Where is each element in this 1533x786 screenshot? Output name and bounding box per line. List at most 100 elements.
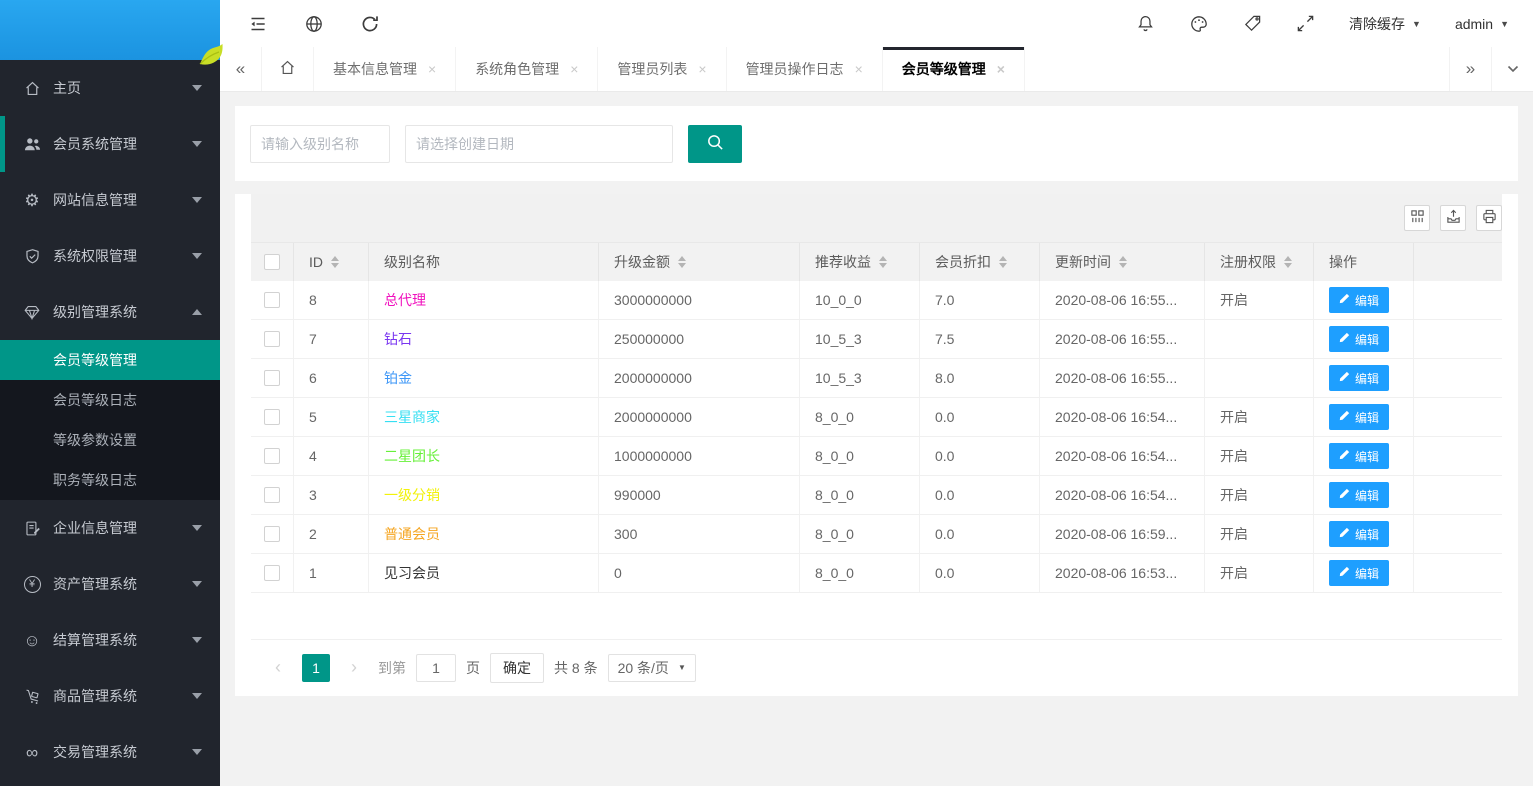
- table-row: 4二星团长10000000008_0_00.02020-08-06 16:54.…: [251, 437, 1502, 476]
- tab-close-icon[interactable]: ×: [855, 61, 863, 77]
- level-name-input[interactable]: [250, 125, 390, 163]
- column-header-op: 操作: [1314, 243, 1414, 281]
- sort-icon[interactable]: [1284, 256, 1292, 268]
- sidebar-item-system-permission[interactable]: 系统权限管理: [0, 228, 220, 284]
- doc-icon: [20, 520, 44, 537]
- row-checkbox[interactable]: [264, 370, 280, 386]
- sidebar-item-asset-management[interactable]: ¥资产管理系统: [0, 556, 220, 612]
- fullscreen-icon[interactable]: [1296, 14, 1315, 33]
- sort-icon[interactable]: [331, 256, 339, 268]
- column-header-time: 更新时间: [1040, 243, 1205, 281]
- confirm-page-button[interactable]: 确定: [490, 653, 544, 683]
- edit-label: 编辑: [1355, 487, 1379, 504]
- theme-palette-icon[interactable]: [1189, 14, 1209, 34]
- page-size-value: 20 条/页: [618, 658, 669, 678]
- menu-fold-icon[interactable]: [248, 14, 268, 34]
- sidebar-item-settlement-management[interactable]: ☺结算管理系统: [0, 612, 220, 668]
- edit-button[interactable]: 编辑: [1329, 560, 1389, 586]
- caret-down-icon: ▼: [1412, 19, 1421, 29]
- tag-icon[interactable]: [1243, 14, 1262, 33]
- cell-id: 8: [294, 281, 369, 319]
- bell-icon[interactable]: [1136, 14, 1155, 33]
- search-button[interactable]: [688, 125, 742, 163]
- print-button[interactable]: [1476, 205, 1502, 231]
- cell-amount: 1000000000: [599, 437, 800, 475]
- sort-icon[interactable]: [678, 256, 686, 268]
- row-checkbox[interactable]: [264, 565, 280, 581]
- edit-button[interactable]: 编辑: [1329, 404, 1389, 430]
- tab-close-icon[interactable]: ×: [698, 61, 706, 77]
- tabs-scroll-left-button[interactable]: «: [220, 47, 262, 91]
- tab-home[interactable]: [262, 47, 314, 91]
- tab-admin-list[interactable]: 管理员列表 ×: [598, 47, 726, 91]
- tab-close-icon[interactable]: ×: [428, 61, 436, 77]
- globe-icon[interactable]: [304, 14, 324, 34]
- sidebar-item-enterprise-info[interactable]: 企业信息管理: [0, 500, 220, 556]
- tab-label: 管理员列表: [617, 59, 687, 79]
- page-size-select[interactable]: 20 条/页 ▼: [608, 654, 696, 682]
- sidebar-subitem-member-level-management[interactable]: 会员等级管理: [0, 340, 220, 380]
- edit-button[interactable]: 编辑: [1329, 287, 1389, 313]
- sidebar-item-home[interactable]: 主页: [0, 60, 220, 116]
- shield-icon: [20, 248, 44, 265]
- prev-page-button[interactable]: ‹: [264, 654, 292, 682]
- next-page-button[interactable]: ›: [340, 654, 368, 682]
- sort-icon[interactable]: [879, 256, 887, 268]
- row-checkbox[interactable]: [264, 487, 280, 503]
- sidebar-item-goods-management[interactable]: 商品管理系统: [0, 668, 220, 724]
- sidebar: 主页会员系统管理⚙网站信息管理系统权限管理级别管理系统会员等级管理会员等级日志等…: [0, 0, 220, 786]
- row-checkbox[interactable]: [264, 331, 280, 347]
- edit-button[interactable]: 编辑: [1329, 365, 1389, 391]
- tab-close-icon[interactable]: ×: [997, 61, 1005, 77]
- cell-op: 编辑: [1314, 320, 1414, 358]
- edit-button[interactable]: 编辑: [1329, 326, 1389, 352]
- row-checkbox[interactable]: [264, 526, 280, 542]
- row-checkbox[interactable]: [264, 409, 280, 425]
- tab-close-icon[interactable]: ×: [570, 61, 578, 77]
- tab-basic-info[interactable]: 基本信息管理×: [314, 47, 456, 91]
- tab-admin-oplog[interactable]: 管理员操作日志×: [727, 47, 883, 91]
- sidebar-item-label: 主页: [53, 78, 81, 98]
- sidebar-subitem-job-level-log[interactable]: 职务等级日志: [0, 460, 220, 500]
- cell-checkbox: [251, 359, 294, 397]
- cell-id: 3: [294, 476, 369, 514]
- cell-checkbox: [251, 398, 294, 436]
- edit-button[interactable]: 编辑: [1329, 443, 1389, 469]
- edit-button[interactable]: 编辑: [1329, 482, 1389, 508]
- sidebar-item-trade-management[interactable]: ∞交易管理系统: [0, 724, 220, 780]
- edit-button[interactable]: 编辑: [1329, 521, 1389, 547]
- sidebar-submenu: 会员等级管理会员等级日志等级参数设置职务等级日志: [0, 340, 220, 500]
- row-checkbox[interactable]: [264, 448, 280, 464]
- select-all-checkbox[interactable]: [264, 254, 280, 270]
- sidebar-item-website-info[interactable]: ⚙网站信息管理: [0, 172, 220, 228]
- sidebar-subitem-member-level-log[interactable]: 会员等级日志: [0, 380, 220, 420]
- edit-label: 编辑: [1355, 370, 1379, 387]
- cell-time: 2020-08-06 16:55...: [1040, 281, 1205, 319]
- tabs-scroll-right-button[interactable]: »: [1449, 47, 1491, 91]
- edit-label: 编辑: [1355, 526, 1379, 543]
- clear-cache-dropdown[interactable]: 清除缓存 ▼: [1349, 14, 1421, 34]
- tab-member-level[interactable]: 会员等级管理 ×: [883, 47, 1025, 91]
- tabs-menu-button[interactable]: [1491, 47, 1533, 91]
- sort-icon[interactable]: [999, 256, 1007, 268]
- sort-icon[interactable]: [1119, 256, 1127, 268]
- sidebar-item-label: 交易管理系统: [53, 742, 137, 762]
- refresh-icon[interactable]: [360, 14, 380, 34]
- sidebar-item-member-system[interactable]: 会员系统管理: [0, 116, 220, 172]
- chevron-down-icon: [192, 637, 202, 643]
- sidebar-subitem-level-params[interactable]: 等级参数设置: [0, 420, 220, 460]
- export-button[interactable]: [1440, 205, 1466, 231]
- create-date-input[interactable]: [405, 125, 673, 163]
- filter-columns-button[interactable]: [1404, 205, 1430, 231]
- table-row: 3一级分销9900008_0_00.02020-08-06 16:54...开启…: [251, 476, 1502, 515]
- table-row: 1见习会员08_0_00.02020-08-06 16:53...开启编辑: [251, 554, 1502, 593]
- cell-ref: 8_0_0: [800, 515, 920, 553]
- table-row: 5三星商家20000000008_0_00.02020-08-06 16:54.…: [251, 398, 1502, 437]
- pencil-icon: [1339, 449, 1350, 463]
- tab-label: 会员等级管理: [902, 59, 986, 79]
- user-dropdown[interactable]: admin ▼: [1455, 16, 1509, 32]
- sidebar-item-level-system[interactable]: 级别管理系统: [0, 284, 220, 340]
- tab-system-role[interactable]: 系统角色管理×: [456, 47, 598, 91]
- row-checkbox[interactable]: [264, 292, 280, 308]
- goto-page-input[interactable]: [416, 654, 456, 682]
